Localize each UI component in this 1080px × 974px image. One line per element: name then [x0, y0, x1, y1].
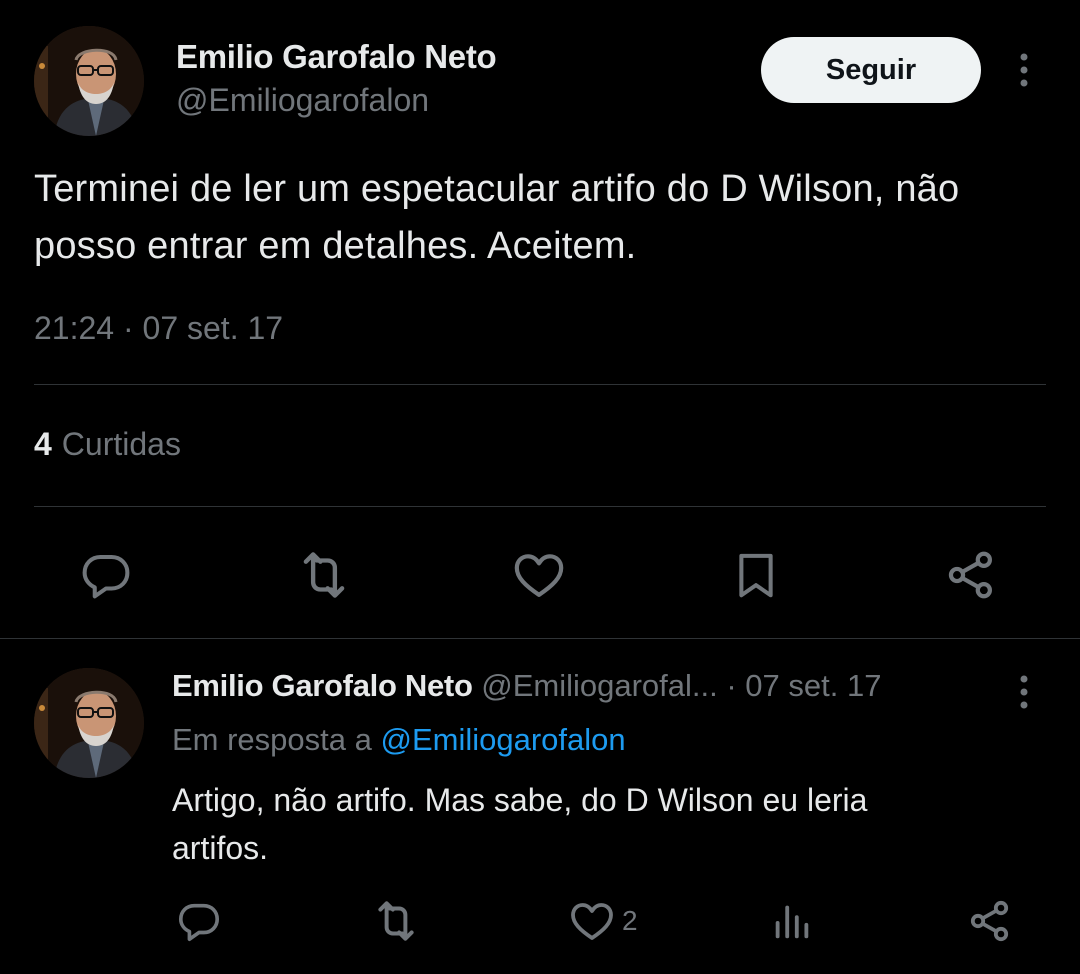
views-icon — [775, 905, 809, 939]
more-vertical-icon — [1020, 53, 1028, 87]
author-name[interactable]: Emilio Garofalo Neto — [176, 38, 497, 76]
reply-like-button[interactable]: 2 — [568, 894, 648, 948]
retweet-icon — [378, 901, 414, 941]
like-button[interactable] — [509, 545, 569, 605]
divider — [34, 506, 1046, 507]
likes-summary[interactable]: 4 Curtidas — [34, 426, 181, 463]
bookmark-button[interactable] — [726, 545, 786, 605]
divider — [34, 384, 1046, 385]
retweet-button[interactable] — [294, 545, 354, 605]
share-icon — [948, 551, 992, 599]
reply-like-count: 2 — [622, 905, 638, 936]
reply-date[interactable]: · 07 set. 17 — [726, 668, 881, 703]
reply-retweet-button[interactable] — [368, 894, 424, 948]
like-icon — [571, 903, 613, 940]
reply-button[interactable] — [76, 545, 136, 605]
likes-label: Curtidas — [61, 426, 181, 462]
in-reply-prefix: Em resposta a — [172, 722, 372, 757]
in-reply-to: Em resposta a @Emiliogarofalon — [172, 722, 626, 758]
tweet-timestamp[interactable]: 21:24 · 07 set. 17 — [34, 310, 283, 347]
reply-reply-button[interactable] — [172, 894, 226, 948]
divider — [0, 638, 1080, 639]
meta-separator: · — [122, 310, 134, 346]
tweet-text: Terminei de ler um espetacular artifo do… — [34, 168, 960, 267]
reply-text: Artigo, não artifo. Mas sabe, do D Wilso… — [172, 782, 868, 866]
reply-icon — [178, 903, 220, 942]
reply-views-button[interactable] — [766, 894, 818, 948]
reply-author-name[interactable]: Emilio Garofalo Neto — [172, 668, 473, 703]
likes-count: 4 — [34, 426, 52, 462]
reply-header: Emilio Garofalo Neto @Emiliogarofal... ·… — [172, 668, 992, 704]
reply-author-handle[interactable]: @Emiliogarofal... — [481, 668, 718, 703]
more-options-button[interactable] — [1006, 46, 1042, 94]
tweet-time: 21:24 — [34, 310, 115, 346]
in-reply-mention-link[interactable]: @Emiliogarofalon — [381, 722, 626, 757]
bookmark-icon — [739, 553, 773, 598]
profile-photo-icon — [34, 26, 144, 136]
share-icon — [970, 900, 1009, 942]
share-button[interactable] — [941, 545, 1001, 605]
reply-icon — [82, 554, 130, 599]
reply-share-button[interactable] — [964, 894, 1016, 948]
reply-more-options-button[interactable] — [1006, 668, 1042, 716]
author-avatar[interactable] — [34, 26, 144, 136]
tweet-date: 07 set. 17 — [142, 310, 284, 346]
retweet-icon — [303, 552, 345, 598]
profile-photo-icon — [34, 668, 144, 778]
author-handle[interactable]: @Emiliogarofalon — [176, 82, 429, 119]
like-icon — [514, 554, 564, 597]
reply-author-avatar[interactable] — [34, 668, 144, 778]
more-vertical-icon — [1020, 675, 1028, 709]
follow-button[interactable]: Seguir — [761, 37, 981, 103]
